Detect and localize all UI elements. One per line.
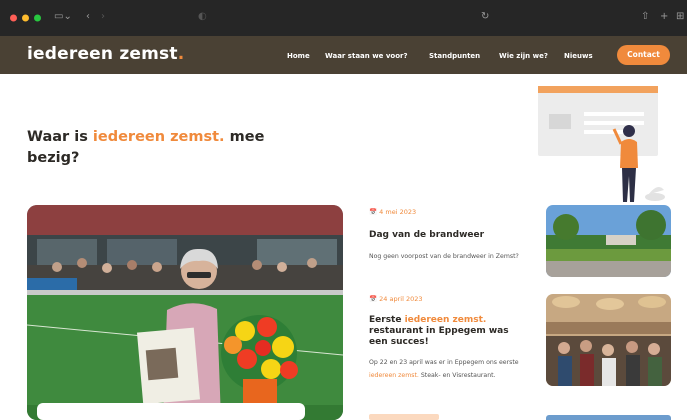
sidebar-toggle-icon[interactable]: ▭⌄ — [54, 11, 72, 23]
post-2-excerpt: Op 22 en 23 april was er in Eppegem ons … — [369, 359, 519, 379]
post-1-excerpt: Nog geen voorpost van de brandweer in Ze… — [369, 253, 519, 260]
share-icon[interactable]: ⇧ — [641, 11, 649, 23]
post-2-title[interactable]: Eerste iedereen zemst. restaurant in Epp… — [369, 315, 529, 348]
post-2-thumbnail[interactable] — [546, 294, 671, 386]
page-title: Waar is iedereen zemst. mee bezig? — [27, 129, 265, 166]
post-1-thumbnail[interactable] — [546, 205, 671, 277]
new-tab-icon[interactable]: + — [660, 11, 668, 23]
featured-post-photo[interactable] — [27, 205, 343, 420]
back-arrow-icon[interactable]: ‹ — [86, 11, 90, 23]
reload-icon[interactable]: ↻ — [481, 11, 489, 23]
nav-waar-staan-we-voor[interactable]: Waar staan we voor? — [325, 52, 408, 60]
post-1-title[interactable]: Dag van de brandweer — [369, 230, 529, 241]
calendar-icon: 📅 — [369, 295, 378, 303]
nav-wie-zijn-we[interactable]: Wie zijn we? — [499, 52, 548, 60]
person-at-board-illustration — [538, 86, 665, 202]
site-logo[interactable]: iedereen zemst. — [27, 44, 184, 64]
nav-standpunten[interactable]: Standpunten — [429, 52, 480, 60]
nav-nieuws[interactable]: Nieuws — [564, 52, 593, 60]
close-window-button[interactable] — [10, 14, 17, 22]
nav-home[interactable]: Home — [287, 52, 310, 60]
calendar-icon: 📅 — [369, 208, 378, 216]
post-1-date: 📅 4 mei 2023 — [369, 208, 417, 216]
page-shield-icon: ◐ — [198, 11, 207, 22]
contact-button[interactable]: Contact — [617, 45, 670, 65]
forward-arrow-icon[interactable]: › — [101, 11, 105, 23]
post-2-date: 📅 24 april 2023 — [369, 295, 423, 303]
tab-overview-icon[interactable]: ⊞ — [676, 11, 684, 23]
maximize-window-button[interactable] — [34, 14, 41, 22]
post-3-date — [369, 414, 439, 420]
minimize-window-button[interactable] — [22, 14, 29, 22]
browser-toolbar: ▭⌄ ‹ › ◐ ↻ ⇧ + ⊞ — [0, 0, 687, 36]
post-3-thumbnail[interactable] — [546, 415, 671, 420]
